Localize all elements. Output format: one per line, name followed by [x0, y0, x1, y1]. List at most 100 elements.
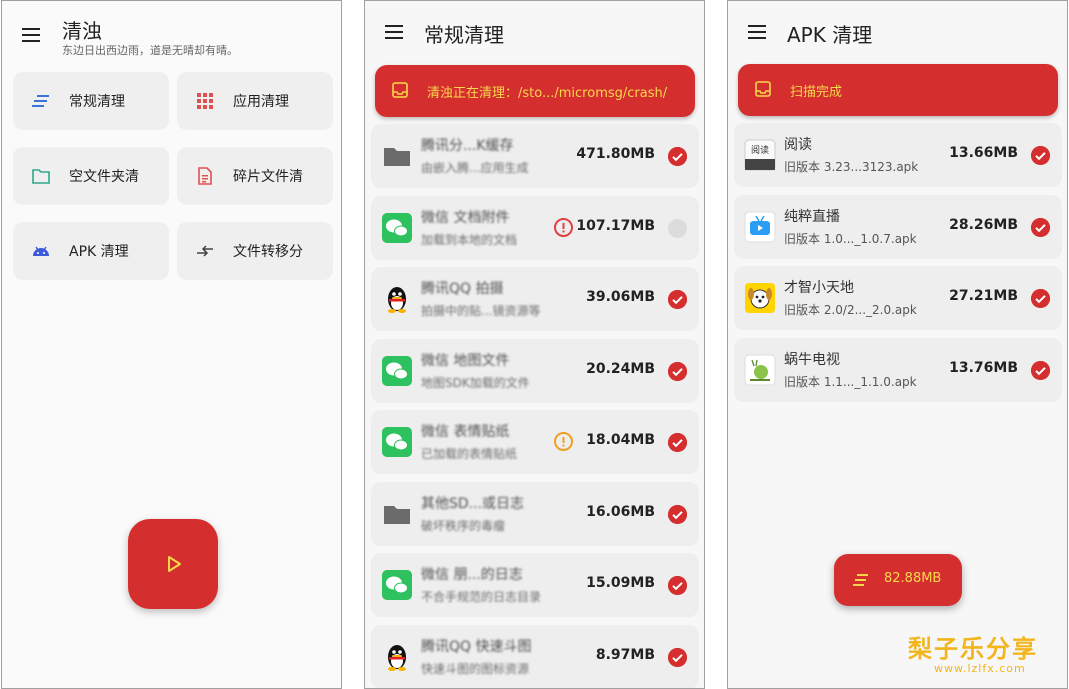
item-name: 其他SD...或日志 [421, 495, 525, 512]
svg-text:阅读: 阅读 [751, 144, 769, 156]
clean-total-button[interactable]: 82.88MB [834, 554, 962, 606]
item-description: 旧版本 2.0/2..._2.0.apk [784, 303, 917, 317]
item-size: 15.09MB [586, 575, 655, 591]
start-clean-button[interactable] [128, 519, 218, 609]
grid-icon [197, 93, 213, 109]
checked-icon[interactable] [668, 647, 687, 667]
menu-icon[interactable] [748, 24, 768, 40]
item-description: 由嵌入腾...应用生成 [421, 161, 529, 175]
item-description: 旧版本 1.0..._1.0.7.apk [784, 231, 917, 246]
list-item[interactable]: 微信 地图文件地图SDK加载的文件 20.24MB [371, 338, 699, 403]
wechat-icon [381, 355, 413, 387]
checked-icon[interactable] [668, 504, 687, 524]
item-description: 快速斗图的图标资源 [421, 661, 530, 676]
item-name: 微信 地图文件 [421, 352, 510, 369]
page-title: 常规清理 [424, 23, 504, 47]
checked-icon[interactable] [1031, 146, 1050, 165]
item-name: 微信 朋...的日志 [421, 567, 523, 583]
list-item[interactable]: 微信 表情贴纸 已加载的表情贴纸 18.04MB [371, 410, 699, 474]
list-item[interactable]: 腾讯QQ 快速斗图 快速斗图的图标资源 8.97MB [371, 624, 699, 688]
transfer-icon [197, 245, 213, 257]
tile-file-transfer[interactable]: 文件转移分 [177, 222, 333, 280]
list-item[interactable]: 微信 朋...的日志不合手规范的日志目录 15.09MB [371, 553, 699, 617]
checked-icon[interactable] [668, 147, 687, 166]
unchecked-icon[interactable] [668, 218, 687, 238]
folder-icon [381, 140, 413, 172]
tile-label: 常规清理 [69, 94, 125, 110]
app-title: 清浊 [62, 19, 102, 43]
tile-label: APK 清理 [69, 244, 129, 260]
home-screen: 清浊 东边日出西边雨，道是无晴却有晴。 常规清理 应用清理 空文件夹清 碎片文件… [1, 0, 342, 689]
tile-label: 应用清理 [233, 94, 289, 110]
list-item[interactable]: 其他SD...或日志 破坏秩序的毒瘤 16.06MB [371, 481, 699, 546]
tile-regular-clean[interactable]: 常规清理 [13, 72, 169, 130]
item-description: 旧版本 1.1..._1.1.0.apk [784, 374, 917, 389]
tile-label: 文件转移分 [233, 244, 303, 260]
reader-app-icon: 阅读 [744, 139, 776, 171]
checked-icon[interactable] [668, 290, 687, 309]
watermark-text: 梨子乐分享 [908, 635, 1038, 663]
item-name: 腾讯QQ 快速斗图 [421, 638, 532, 655]
item-name: 腾讯分...K缓存 [421, 138, 514, 154]
item-description: 拍摄中的贴...镜资源等 [421, 304, 541, 318]
play-icon [168, 556, 181, 572]
qq-penguin-icon [381, 283, 413, 315]
checked-icon[interactable] [668, 576, 687, 595]
android-icon [33, 246, 49, 256]
tile-label: 碎片文件清 [233, 169, 303, 185]
list-item[interactable]: 腾讯分...K缓存由嵌入腾...应用生成 471.80MB [371, 124, 699, 188]
checked-icon[interactable] [1031, 360, 1050, 380]
warning-icon[interactable] [554, 432, 573, 451]
lines-icon [853, 574, 868, 586]
cleaning-status-text: 清浊正在清理：/sto.../micromsg/crash/ [427, 86, 668, 101]
item-description: 已加载的表情贴纸 [421, 447, 518, 461]
checked-icon[interactable] [668, 433, 687, 452]
item-description: 旧版本 3.23...3123.apk [784, 160, 919, 174]
list-item[interactable]: 腾讯QQ 拍摄拍摄中的贴...镜资源等 39.06MB [371, 267, 699, 331]
tv-app-icon [744, 211, 776, 243]
item-size: 28.26MB [949, 216, 1018, 233]
tile-fragment-clean[interactable]: 碎片文件清 [177, 147, 333, 205]
scan-status-text: 扫描完成 [790, 85, 843, 100]
warning-icon[interactable] [554, 217, 573, 237]
list-item[interactable]: 蜗牛电视旧版本 1.1..._1.1.0.apk 13.76MB [734, 337, 1062, 402]
checked-icon[interactable] [668, 361, 687, 381]
puppy-app-icon [744, 282, 776, 314]
wechat-icon [381, 426, 413, 458]
item-size: 20.24MB [586, 360, 655, 377]
tile-label: 空文件夹清 [69, 169, 139, 185]
item-description: 地图SDK加载的文件 [421, 375, 530, 390]
app-subtitle: 东边日出西边雨，道是无晴却有晴。 [62, 44, 238, 57]
item-size: 39.06MB [586, 289, 655, 305]
item-name: 微信 文档附件 [421, 209, 510, 226]
snail-app-icon [744, 354, 776, 386]
tile-apk-clean[interactable]: APK 清理 [13, 222, 169, 280]
item-size: 471.80MB [576, 146, 655, 162]
checked-icon[interactable] [1031, 217, 1050, 237]
item-description: 破坏秩序的毒瘤 [421, 518, 506, 533]
list-item[interactable]: 阅读 阅读 旧版本 3.23...3123.apk 13.66MB [734, 123, 1062, 187]
tile-empty-folder-clean[interactable]: 空文件夹清 [13, 147, 169, 205]
regular-clean-screen: 常规清理 清浊正在清理：/sto.../micromsg/crash/ 腾讯分.… [364, 0, 705, 689]
item-size: 13.76MB [949, 359, 1018, 376]
list-item[interactable]: 微信 文档附件 加载到本地的文档 107.17MB [371, 195, 699, 260]
folder-icon [32, 169, 50, 184]
item-name: 微信 表情贴纸 [421, 424, 510, 440]
cleaning-status-banner: 清浊正在清理：/sto.../micromsg/crash/ [375, 65, 695, 117]
list-item[interactable]: 纯粹直播 旧版本 1.0..._1.0.7.apk 28.26MB [734, 194, 1062, 259]
tile-app-clean[interactable]: 应用清理 [177, 72, 333, 130]
item-description: 不合手规范的日志目录 [421, 590, 542, 604]
item-size: 18.04MB [586, 432, 655, 448]
menu-icon[interactable] [385, 24, 405, 40]
item-name: 蜗牛电视 [784, 351, 840, 368]
item-name: 腾讯QQ 拍摄 [421, 281, 504, 297]
wechat-icon [381, 569, 413, 601]
item-name: 才智小天地 [784, 280, 854, 296]
item-size: 13.66MB [949, 145, 1018, 161]
apk-clean-screen: APK 清理 扫描完成 阅读 阅读 旧版本 3.23...3123.apk 13.66… [727, 0, 1068, 689]
menu-icon[interactable] [22, 27, 42, 43]
list-item[interactable]: 才智小天地 旧版本 2.0/2..._2.0.apk 27.21MB [734, 266, 1062, 330]
checked-icon[interactable] [1031, 289, 1050, 308]
qq-penguin-icon [381, 641, 413, 673]
lines-icon [32, 95, 49, 107]
